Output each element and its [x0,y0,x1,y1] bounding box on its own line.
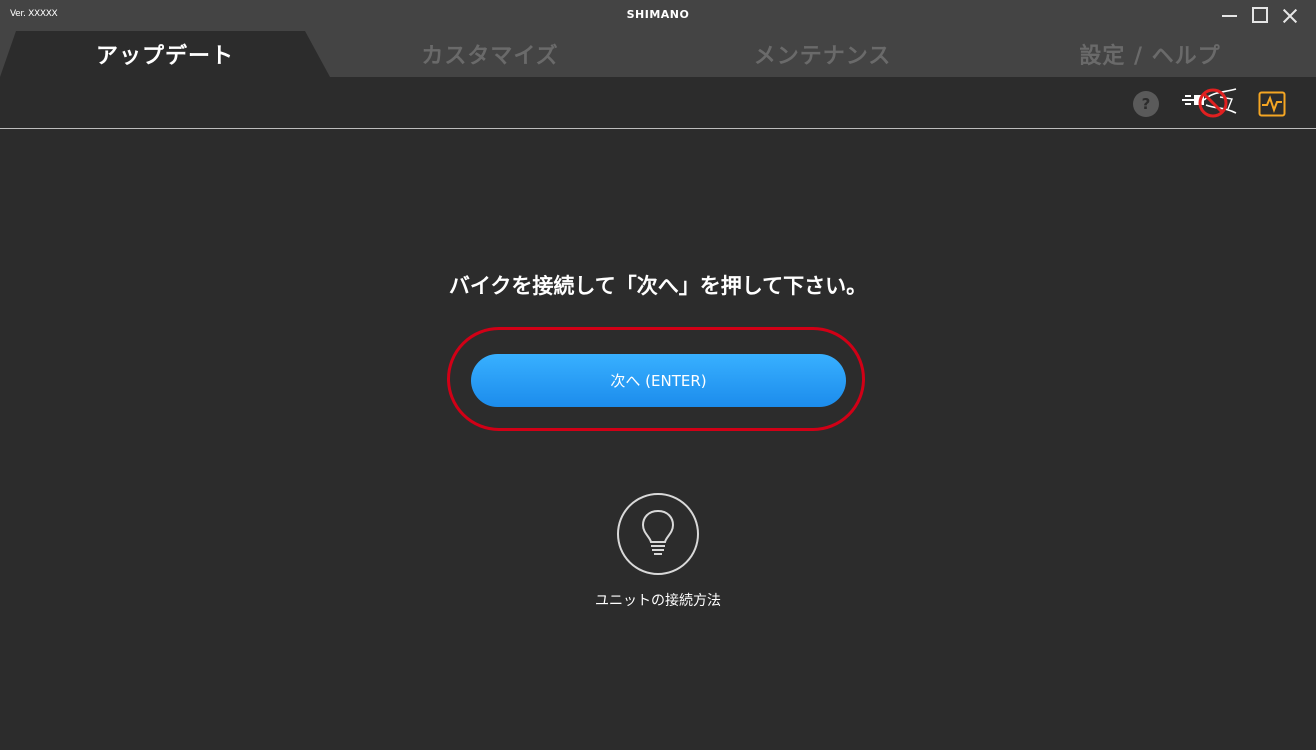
toolbar: ? [0,77,1316,129]
lightbulb-icon[interactable] [617,493,699,575]
instruction-text: バイクを接続して「次へ」を押して下さい。 [448,274,868,298]
next-button[interactable]: 次へ (ENTER) [471,354,846,407]
brand-logo: SHIMANO [626,8,690,21]
tab-bar: アップデート カスタマイズ メンテナンス 設定 / ヘルプ [0,31,1316,77]
monitor-icon[interactable] [1258,91,1286,117]
tab-update[interactable]: アップデート [0,31,330,77]
help-icon[interactable]: ? [1133,91,1159,117]
bike-disconnected-icon[interactable] [1180,83,1240,123]
close-icon[interactable] [1278,4,1302,26]
maximize-icon[interactable] [1248,4,1272,26]
minimize-icon[interactable] [1218,4,1242,26]
title-bar[interactable]: Ver. XXXXX SHIMANO [0,0,1316,31]
connection-guide-link[interactable]: ユニットの接続方法 [0,590,1316,610]
tab-maintenance[interactable]: メンテナンス [700,31,945,77]
app-window: Ver. XXXXX SHIMANO アップデート カスタマイズ メンテナンス … [0,0,1316,750]
tab-settings-help[interactable]: 設定 / ヘルプ [1040,31,1260,77]
tab-customize[interactable]: カスタマイズ [370,31,610,77]
